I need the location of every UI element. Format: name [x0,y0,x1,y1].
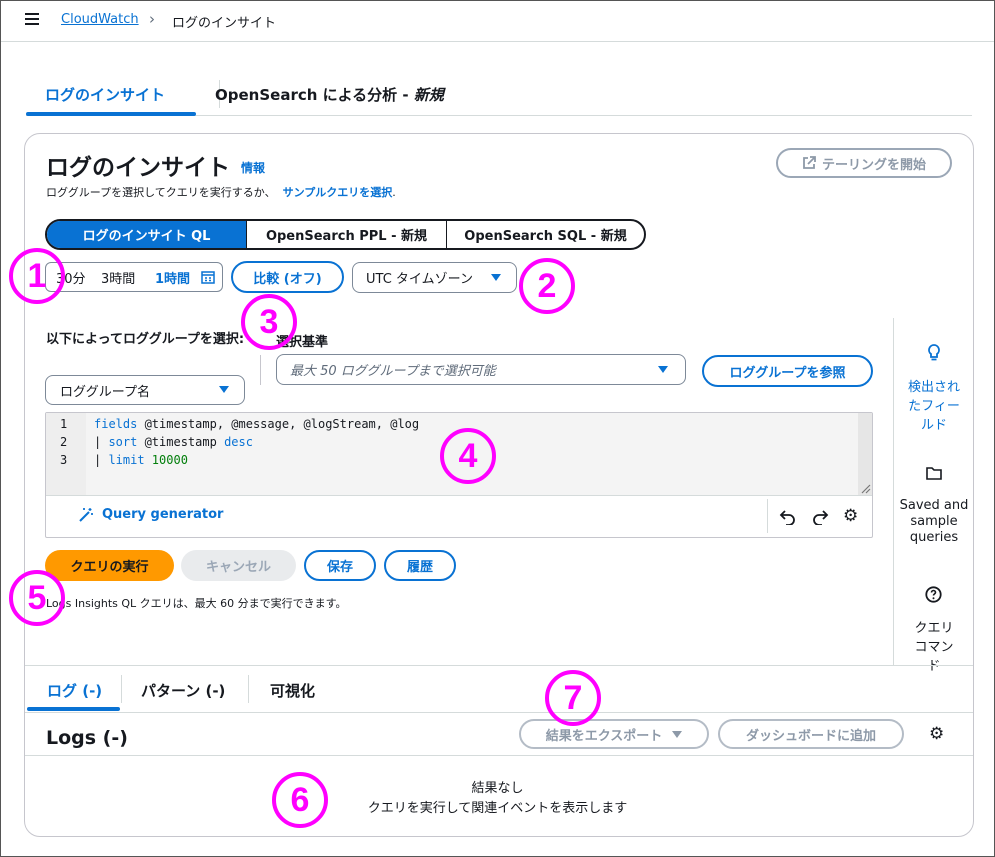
select-by-value: ロググループ名 [60,384,150,400]
code-line-2: | sort @timestamp desc [94,435,253,449]
run-query-button[interactable]: クエリの実行 [45,550,174,581]
settings-gear-icon[interactable]: ⚙ [843,506,858,526]
empty-title: 結果なし [471,781,524,796]
code-keyword: sort [108,435,138,449]
calendar-icon[interactable] [201,270,215,284]
export-results-label: 結果をエクスポート [545,728,663,744]
description-text: ロググループを選択してクエリを実行するか、 [46,186,276,199]
add-to-dashboard-button[interactable]: ダッシュボードに追加 [718,719,904,749]
page-tabs: ログのインサイト OpenSearch による分析 - 新規 [26,78,972,116]
annotation-marker: 4 [440,428,496,484]
compare-button[interactable]: 比較 (オフ) [231,261,344,293]
line-number: 1 [60,417,68,431]
annotation-marker: 5 [9,570,65,626]
chevron-right-icon: › [149,10,155,28]
log-group-placeholder: 最大 50 ロググループまで選択可能 [290,364,496,379]
save-button[interactable]: 保存 [304,550,376,581]
annotation-marker: 2 [519,258,575,314]
time-option-1h[interactable]: 1時間 [155,268,190,287]
tab-opensearch[interactable]: OpenSearch による分析 - 新規 [215,84,444,105]
discovered-fields-button[interactable]: 検出されたフィールド [896,376,972,433]
annotation-marker: 1 [9,248,65,304]
browse-log-groups-button[interactable]: ロググループを参照 [702,355,873,387]
line-number: 3 [60,453,68,467]
tab-indicator [27,707,120,711]
tab-indicator [26,112,196,116]
tab-divider [248,675,249,703]
tab-visualization[interactable]: 可視化 [270,680,315,701]
select-by-label: 以下によってロググループを選択: [46,332,245,347]
empty-description: クエリを実行して関連イベントを表示します [367,801,628,816]
annotation-marker: 7 [545,670,601,726]
folder-icon[interactable] [926,466,942,480]
tab-logs-insights[interactable]: ログのインサイト [45,84,165,105]
timezone-select[interactable]: UTC タイムゾーン [352,262,517,293]
redo-icon[interactable] [811,509,829,525]
info-link[interactable]: 情報 [241,159,265,176]
tab-divider [121,675,122,703]
code-keyword: limit [108,453,145,467]
description: ロググループを選択してクエリを実行するか、 サンプルクエリを選択. [46,184,396,200]
top-bar: CloudWatch › ログのインサイト [1,0,994,42]
caret-down-icon [658,366,668,373]
log-group-select[interactable]: 最大 50 ロググループまで選択可能 [276,354,686,385]
description-suffix: . [392,186,396,199]
code-keyword: desc [224,435,253,449]
start-tailing-button[interactable]: テーリングを開始 [776,148,952,178]
logs-title: Logs (-) [46,727,128,749]
timezone-value: UTC タイムゾーン [366,272,473,287]
divider [25,755,973,756]
query-generator-button[interactable]: Query generator [102,507,223,522]
caret-down-icon [672,730,683,738]
tab-patterns[interactable]: パターン (-) [141,680,225,701]
line-number: 2 [60,435,68,449]
breadcrumb-cloudwatch[interactable]: CloudWatch [61,12,139,27]
help-icon[interactable] [925,586,942,603]
code-keyword: fields [94,417,138,431]
settings-gear-icon[interactable]: ⚙ [929,724,944,744]
code-line-3: | limit 10000 [94,453,188,467]
time-range-selector: 30分 3時間 1時間 [45,262,223,292]
code-line-1: fields @timestamp, @message, @logStream,… [94,417,419,431]
cancel-button[interactable]: キャンセル [181,550,296,581]
page-title: ログのインサイト [46,155,230,181]
code-number: 10000 [144,453,188,467]
menu-icon[interactable] [25,13,39,25]
annotation-marker: 6 [272,772,328,828]
code-text: @timestamp [137,435,225,449]
time-option-3h[interactable]: 3時間 [101,268,135,287]
breadcrumb-current: ログのインサイト [172,16,277,31]
lang-option-ppl[interactable]: OpenSearch PPL - 新規 [247,221,447,248]
toolbar-divider [767,499,768,533]
code-text: @timestamp, @message, @logStream, @log [137,417,420,431]
tab-logs[interactable]: ログ (-) [47,680,102,701]
tab-opensearch-new: 新規 [413,86,444,104]
external-link-icon [803,156,816,169]
divider [260,355,261,385]
history-button[interactable]: 履歴 [384,550,456,581]
lang-option-sql[interactable]: OpenSearch SQL - 新規 [447,221,644,248]
query-language-selector: ログのインサイト QL OpenSearch PPL - 新規 OpenSear… [45,219,646,250]
export-results-button[interactable]: 結果をエクスポート [519,719,709,749]
code-pipe: | [94,435,109,449]
tab-opensearch-label: OpenSearch による分析 - [215,86,414,104]
lang-option-ql[interactable]: ログのインサイト QL [47,221,247,248]
query-duration-note: Logs Insights QL クエリは、最大 60 分まで実行できます。 [46,597,347,610]
right-panel-divider [893,318,894,665]
caret-down-icon [491,274,501,281]
undo-icon[interactable] [779,509,797,525]
annotation-marker: 3 [241,294,297,350]
saved-queries-button[interactable]: Saved and sample queries [896,498,972,546]
code-pipe: | [94,453,109,467]
magic-wand-icon [79,508,93,522]
lightbulb-icon[interactable] [926,344,942,362]
start-tailing-label: テーリングを開始 [821,157,926,173]
select-by-dropdown[interactable]: ロググループ名 [45,375,245,405]
caret-down-icon [219,386,229,393]
resize-handle-icon[interactable] [859,482,871,494]
sample-query-link[interactable]: サンプルクエリを選択 [283,186,393,199]
